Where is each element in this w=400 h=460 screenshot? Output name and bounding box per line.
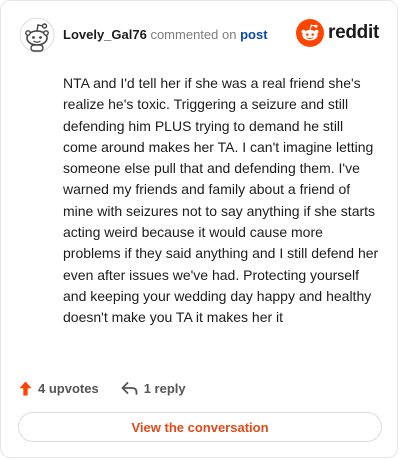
comment-meta: Lovely_Gal76 commented on post <box>63 27 268 42</box>
comment-header: Lovely_Gal76 commented on post reddit <box>19 17 381 53</box>
post-link[interactable]: post <box>240 27 267 42</box>
reply-button[interactable]: 1 reply <box>121 381 186 396</box>
comment-actions: 4 upvotes 1 reply <box>19 378 186 398</box>
view-conversation-button[interactable]: View the conversation <box>18 412 382 442</box>
reddit-brand[interactable]: reddit <box>296 19 379 47</box>
upvote-arrow-icon <box>19 381 32 395</box>
comment-body: NTA and I'd tell her if she was a real f… <box>63 75 379 326</box>
upvotes-count: 4 upvotes <box>38 380 99 396</box>
reddit-wordmark: reddit <box>328 22 379 43</box>
reply-arrow-icon <box>121 382 138 395</box>
username-link[interactable]: Lovely_Gal76 <box>63 27 147 42</box>
commented-on-label: commented on <box>150 27 237 42</box>
comment-card: Lovely_Gal76 commented on post reddit NT… <box>0 0 398 458</box>
upvotes-button[interactable]: 4 upvotes <box>19 381 99 396</box>
reddit-logo-icon <box>296 19 325 47</box>
reply-count: 1 reply <box>143 380 186 396</box>
default-avatar-icon[interactable] <box>19 17 55 53</box>
